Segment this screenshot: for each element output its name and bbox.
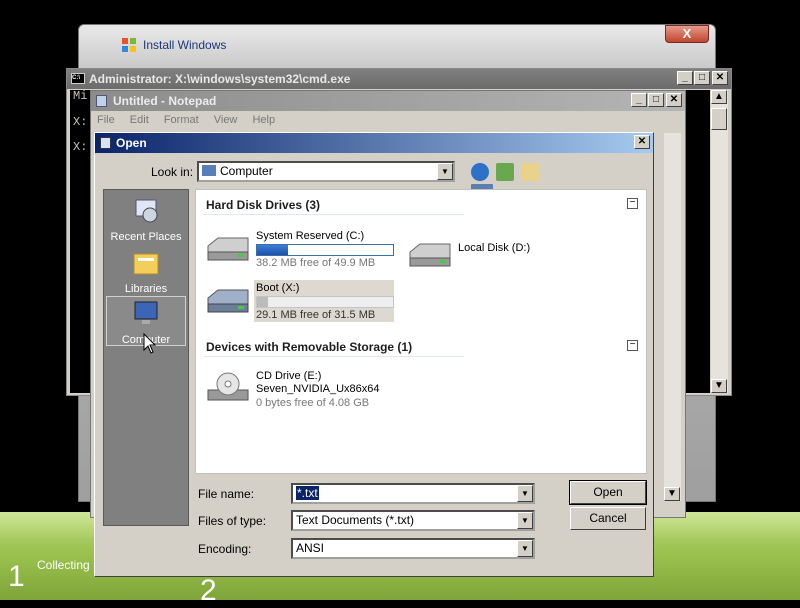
dialog-toolbar [471, 163, 563, 202]
look-in-dropdown-arrow-icon[interactable]: ▼ [437, 163, 453, 180]
group-divider [204, 356, 464, 357]
look-in-combo[interactable]: Computer ▼ [197, 161, 455, 182]
encoding-dropdown-arrow-icon[interactable]: ▼ [517, 540, 533, 557]
computer-small-icon [202, 165, 216, 176]
places-bar: Recent Places Libraries Computer [103, 189, 189, 526]
notepad-minimize-button[interactable]: _ [631, 93, 647, 107]
open-dialog-close-button[interactable]: ✕ [634, 135, 650, 149]
menu-format[interactable]: Format [164, 114, 199, 126]
notepad-maximize-button[interactable]: □ [648, 93, 664, 107]
menu-edit[interactable]: Edit [130, 114, 149, 126]
up-folder-icon[interactable] [496, 163, 515, 181]
open-dialog-titlebar[interactable]: Open ✕ [95, 133, 653, 153]
menu-file[interactable]: File [97, 114, 115, 126]
cancel-button[interactable]: Cancel [570, 507, 646, 530]
drive-usage-fill [257, 297, 268, 307]
collapse-removable-icon[interactable]: − [627, 340, 638, 351]
hard-drive-icon [207, 237, 249, 261]
drive-name: System Reserved (C:) [256, 230, 365, 242]
drive-local-disk-d[interactable]: Local Disk (D:) [406, 236, 586, 272]
hard-disk-drives-header: Hard Disk Drives (3) [206, 198, 321, 212]
drive-free-space: 38.2 MB free of 49.9 MB [256, 257, 376, 269]
open-dialog-icon [100, 137, 111, 149]
drive-volume-label: Seven_NVIDIA_Ux86x64 [256, 383, 380, 395]
setup-step-1-number: 1 [8, 560, 25, 593]
notepad-close-button[interactable]: ✕ [666, 93, 682, 107]
menu-help[interactable]: Help [252, 114, 275, 126]
encoding-select[interactable]: ANSI ▼ [291, 538, 535, 559]
files-of-type-value: Text Documents (*.txt) [296, 513, 415, 527]
look-in-label: Look in: [151, 165, 194, 179]
cmd-scroll-thumb[interactable] [711, 108, 727, 130]
open-button[interactable]: Open [569, 480, 647, 505]
notepad-scrollbar[interactable]: ▼ [664, 133, 681, 501]
computer-icon [134, 301, 158, 326]
drive-system-reserved[interactable]: System Reserved (C:) 38.2 MB free of 49.… [204, 230, 404, 270]
cmd-maximize-button[interactable]: □ [694, 71, 710, 85]
files-of-type-label: Files of type: [198, 514, 267, 528]
open-dialog: Open ✕ Look in: Computer ▼ Recent Places… [94, 132, 654, 577]
drive-name: Local Disk (D:) [458, 242, 531, 254]
file-name-label: File name: [198, 487, 255, 501]
cmd-titlebar[interactable]: C:\ Administrator: X:\windows\system32\c… [67, 69, 731, 89]
mouse-cursor-icon [143, 333, 157, 354]
drive-name: CD Drive (E:) [256, 370, 322, 382]
cmd-scrollbar[interactable]: ▲ ▼ [711, 90, 728, 393]
cmd-minimize-button[interactable]: _ [677, 71, 693, 85]
drive-usage-bar [256, 296, 394, 308]
notepad-scroll-down-button[interactable]: ▼ [664, 487, 680, 501]
setup-step-1-text: Collecting [37, 558, 90, 572]
file-name-input[interactable]: *.txt ▼ [291, 483, 535, 504]
removable-storage-header: Devices with Removable Storage (1) [206, 340, 413, 354]
notepad-title: Untitled - Notepad [113, 94, 217, 108]
drive-free-space: 29.1 MB free of 31.5 MB [256, 309, 376, 321]
drive-usage-fill [257, 245, 289, 255]
menu-view[interactable]: View [214, 114, 238, 126]
files-of-type-dropdown-arrow-icon[interactable]: ▼ [517, 512, 533, 529]
place-libraries[interactable]: Libraries [106, 246, 186, 296]
cmd-scroll-down-button[interactable]: ▼ [711, 379, 727, 393]
cmd-title: Administrator: X:\windows\system32\cmd.e… [89, 72, 351, 86]
drive-cd-e[interactable]: CD Drive (E:) Seven_NVIDIA_Ux86x64 0 byt… [204, 370, 424, 414]
install-windows-close-button[interactable]: X [665, 25, 709, 43]
notepad-menubar: File Edit Format View Help [91, 111, 685, 129]
place-label: Libraries [124, 283, 168, 295]
drive-name: Boot (X:) [256, 282, 300, 294]
windows-logo-icon [122, 38, 136, 52]
notepad-titlebar[interactable]: Untitled - Notepad _ □ ✕ [91, 91, 685, 111]
place-label: Recent Places [110, 231, 182, 243]
collapse-hdd-icon[interactable]: − [627, 198, 638, 209]
encoding-value: ANSI [296, 541, 325, 555]
system-drive-icon [207, 289, 249, 313]
file-name-value: *.txt [296, 486, 319, 500]
drive-boot-x[interactable]: Boot (X:) 29.1 MB free of 31.5 MB [204, 280, 404, 322]
recent-places-icon [135, 199, 158, 223]
look-in-value: Computer [220, 164, 273, 178]
file-name-dropdown-arrow-icon[interactable]: ▼ [517, 485, 533, 502]
open-dialog-title: Open [116, 136, 147, 150]
drive-free-space: 0 bytes free of 4.08 GB [256, 397, 370, 409]
setup-step-2-number: 2 [200, 574, 217, 607]
new-folder-icon[interactable] [521, 163, 540, 181]
encoding-label: Encoding: [198, 542, 252, 556]
group-divider [204, 214, 464, 215]
libraries-icon [133, 253, 159, 275]
hard-drive-icon [409, 243, 451, 267]
cmd-scroll-up-button[interactable]: ▲ [711, 90, 727, 104]
cmd-icon: C:\ [71, 73, 85, 84]
cmd-close-button[interactable]: ✕ [712, 71, 728, 85]
place-recent-places[interactable]: Recent Places [106, 194, 186, 244]
files-of-type-select[interactable]: Text Documents (*.txt) ▼ [291, 510, 535, 531]
back-icon[interactable] [471, 163, 489, 181]
cd-drive-icon [207, 372, 249, 401]
file-list-view[interactable]: Hard Disk Drives (3) − System Reserved (… [195, 189, 647, 474]
notepad-icon [96, 95, 107, 107]
install-windows-title: Install Windows [143, 38, 227, 52]
drive-usage-bar [256, 244, 394, 256]
